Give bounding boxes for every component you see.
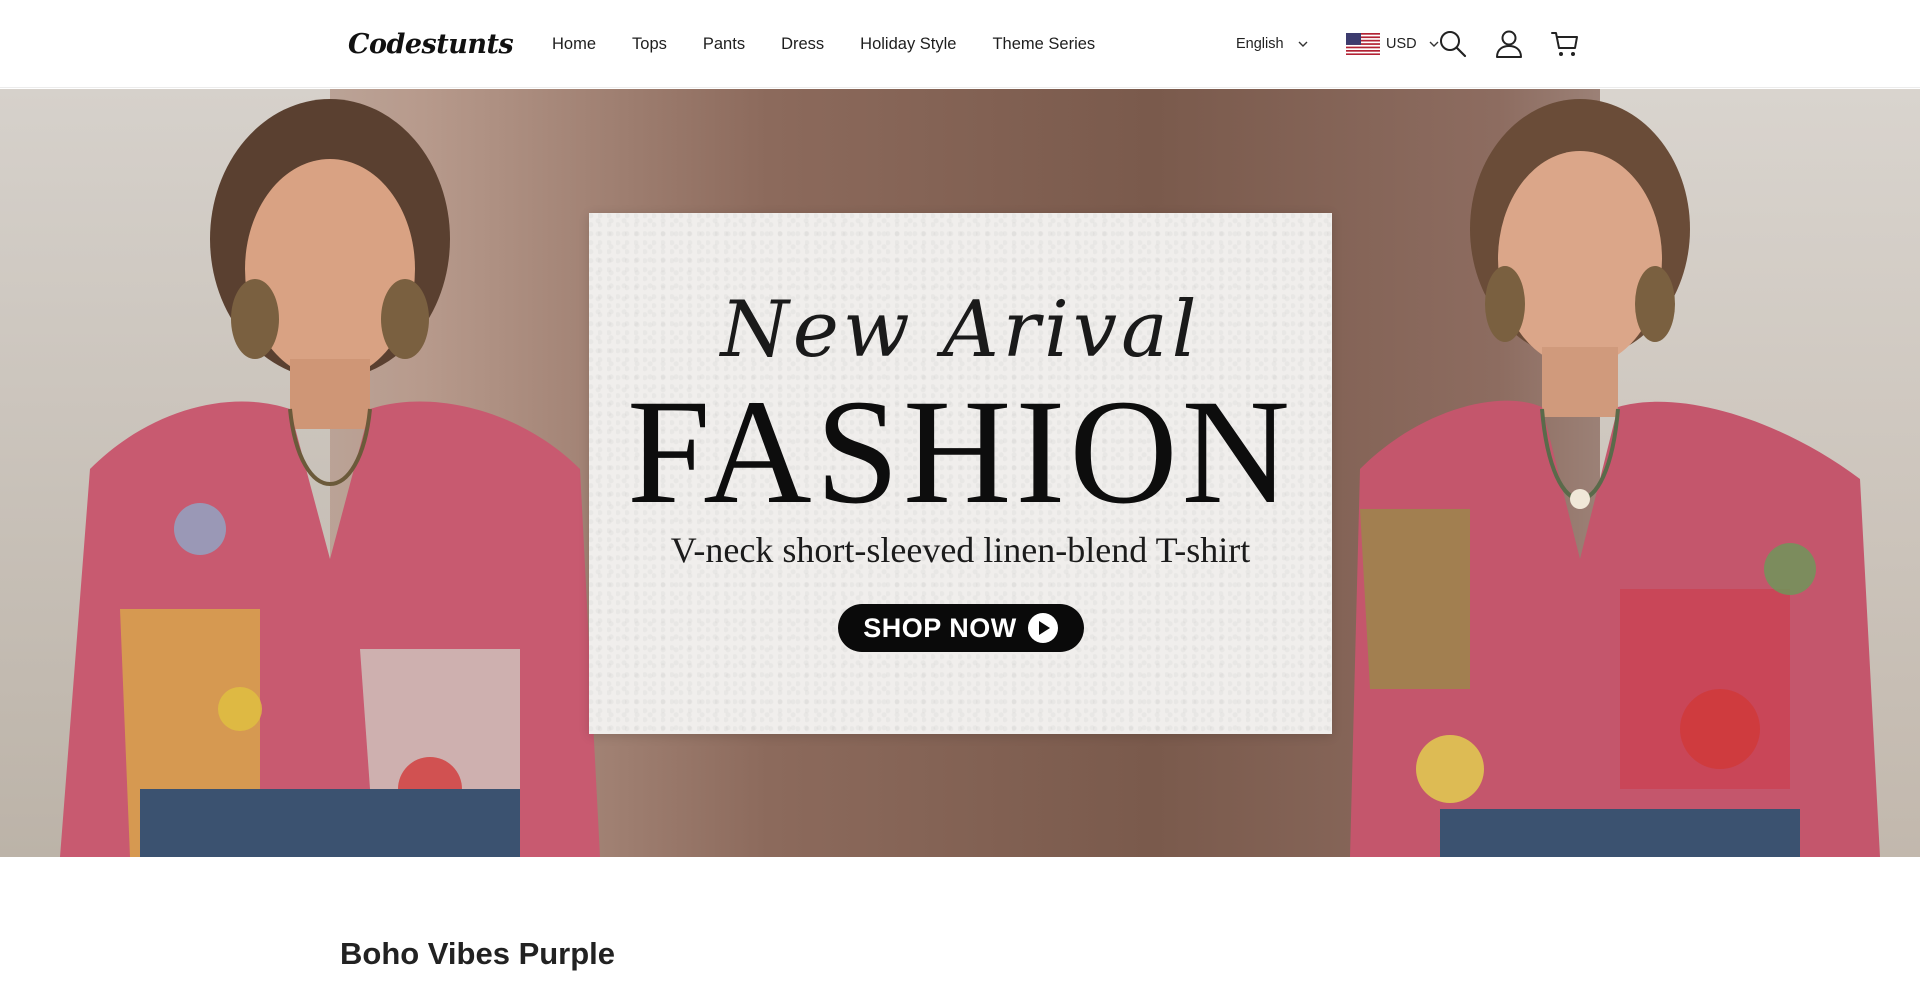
hero-script-heading: New Arival xyxy=(720,285,1201,375)
site-logo[interactable]: Codestunts xyxy=(344,18,514,70)
language-selector[interactable]: English xyxy=(1236,32,1308,56)
search-icon xyxy=(1440,31,1467,58)
nav-dress[interactable]: Dress xyxy=(781,35,824,54)
site-header: Codestunts Home Tops Pants Dress Holiday… xyxy=(0,0,1920,88)
us-flag-icon xyxy=(1346,33,1380,55)
account-button[interactable] xyxy=(1493,28,1525,60)
account-icon xyxy=(1496,30,1522,58)
nav-theme-series[interactable]: Theme Series xyxy=(992,35,1095,54)
shop-now-label: SHOP NOW xyxy=(863,612,1017,643)
currency-selector[interactable]: USD xyxy=(1346,30,1439,58)
hero-model-right-image xyxy=(1350,99,1880,857)
nav-home[interactable]: Home xyxy=(552,35,596,54)
collection-title: Boho Vibes Purple xyxy=(340,936,616,971)
logo-text: Codestunts xyxy=(348,28,514,60)
cart-button[interactable] xyxy=(1549,28,1581,60)
nav-tops[interactable]: Tops xyxy=(632,35,667,54)
hero-main-heading: FASHION xyxy=(627,369,1294,535)
cart-icon xyxy=(1551,32,1578,56)
language-label: English xyxy=(1236,36,1284,52)
currency-label: USD xyxy=(1386,36,1417,52)
hero-promo-card: New Arival FASHION V-neck short-sleeved … xyxy=(589,213,1332,734)
hero-subheading: V-neck short-sleeved linen-blend T-shirt xyxy=(670,530,1251,570)
main-nav: Home Tops Pants Dress Holiday Style Them… xyxy=(552,0,1131,88)
shop-now-button[interactable]: SHOP NOW xyxy=(838,604,1084,652)
play-circle-icon xyxy=(1027,613,1058,643)
nav-holiday-style[interactable]: Holiday Style xyxy=(860,35,956,54)
hero-model-left-image xyxy=(60,99,600,857)
chevron-down-icon xyxy=(1298,41,1308,47)
hero-banner[interactable]: New Arival FASHION V-neck short-sleeved … xyxy=(0,89,1920,857)
nav-pants[interactable]: Pants xyxy=(703,35,745,54)
search-button[interactable] xyxy=(1437,28,1469,60)
